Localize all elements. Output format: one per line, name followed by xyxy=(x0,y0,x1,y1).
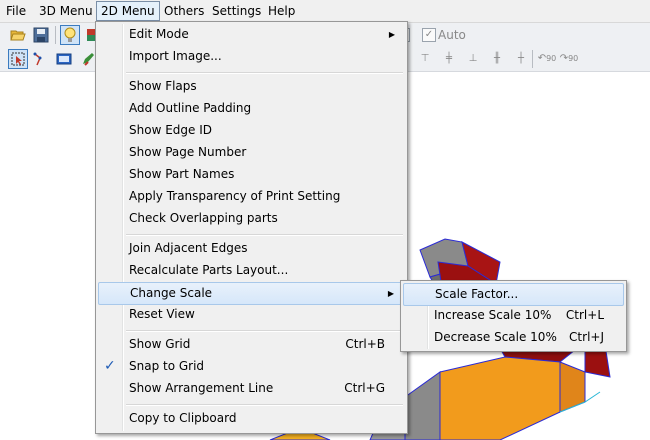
lightbulb-icon[interactable] xyxy=(60,25,80,45)
menu-item-scale-factor[interactable]: Scale Factor... xyxy=(403,283,624,306)
menu-item-label: Apply Transparency of Print Setting xyxy=(129,189,341,203)
submenu-arrow-icon: ▶ xyxy=(388,30,395,39)
toolbar-separator xyxy=(532,50,533,68)
menu-item-import-image[interactable]: Import Image... xyxy=(98,46,405,67)
menu-item-show-arrangement-line[interactable]: Show Arrangement Line Ctrl+G xyxy=(98,378,405,399)
rotate-left-icon[interactable]: ↶90 xyxy=(536,49,558,69)
menu-item-show-part-names[interactable]: Show Part Names xyxy=(98,164,405,185)
menu-item-label: Copy to Clipboard xyxy=(129,411,237,425)
menu-item-label: Recalculate Parts Layout... xyxy=(129,263,289,277)
menu-item-show-flaps[interactable]: Show Flaps xyxy=(98,76,405,97)
menu-item-label: Join Adjacent Edges xyxy=(129,241,248,255)
menu-others[interactable]: Others xyxy=(160,2,208,20)
menu-item-label: Increase Scale 10% xyxy=(434,308,552,322)
menu-item-decrease-scale[interactable]: Decrease Scale 10% Ctrl+J xyxy=(403,327,624,348)
menu-item-apply-transparency[interactable]: Apply Transparency of Print Setting xyxy=(98,186,405,207)
align-center-icon[interactable]: ┼ xyxy=(510,49,532,69)
rotate-left-label: 90 xyxy=(546,54,557,63)
menu-item-edit-mode[interactable]: Edit Mode ▶ xyxy=(98,24,405,45)
select-arrow-icon[interactable] xyxy=(8,49,28,69)
menu-3d[interactable]: 3D Menu xyxy=(35,2,97,20)
menu-item-label: Change Scale xyxy=(130,286,213,300)
menu-item-label: Import Image... xyxy=(129,49,222,63)
menu-item-check-overlapping[interactable]: Check Overlapping parts xyxy=(98,208,405,229)
rotate-right-label: 90 xyxy=(568,54,579,63)
menu-item-show-edge-id[interactable]: Show Edge ID xyxy=(98,120,405,141)
align-bottom-icon[interactable]: ⊥ xyxy=(462,49,484,69)
menu-2d[interactable]: 2D Menu xyxy=(96,1,160,21)
menu-item-copy-to-clipboard[interactable]: Copy to Clipboard xyxy=(98,408,405,429)
auto-label: Auto xyxy=(438,28,466,42)
edge-tool-icon[interactable] xyxy=(31,49,51,69)
menu-item-increase-scale[interactable]: Increase Scale 10% Ctrl+L xyxy=(403,305,624,326)
menu-item-label: Check Overlapping parts xyxy=(129,211,278,225)
auto-checkbox[interactable]: ✓ xyxy=(422,28,436,42)
menu-item-show-grid[interactable]: Show Grid Ctrl+B xyxy=(98,334,405,355)
menu-item-label: Add Outline Padding xyxy=(129,101,252,115)
menu-item-reset-view[interactable]: Reset View xyxy=(98,304,405,325)
menu-item-join-adjacent-edges[interactable]: Join Adjacent Edges xyxy=(98,238,405,259)
menu-item-snap-to-grid[interactable]: ✓ Snap to Grid xyxy=(98,356,405,377)
menu-item-label: Edit Mode xyxy=(129,27,189,41)
menu-help[interactable]: Help xyxy=(264,2,299,20)
film-icon[interactable] xyxy=(54,49,74,69)
menu-item-label: Reset View xyxy=(129,307,195,321)
menu-item-label: Show Flaps xyxy=(129,79,197,93)
toolbar-separator xyxy=(55,26,56,44)
menu-bar: File 3D Menu 2D Menu Others Settings Hel… xyxy=(0,0,650,23)
rotate-right-icon[interactable]: ↷90 xyxy=(558,49,580,69)
menu-item-show-page-number[interactable]: Show Page Number xyxy=(98,142,405,163)
change-scale-submenu: Scale Factor... Increase Scale 10% Ctrl+… xyxy=(400,280,627,352)
save-icon[interactable] xyxy=(31,25,51,45)
align-top-icon[interactable]: ⊤ xyxy=(414,49,436,69)
menu-file[interactable]: File xyxy=(2,2,30,20)
menu-item-shortcut: Ctrl+G xyxy=(344,381,385,395)
menu-item-change-scale[interactable]: Change Scale ▶ xyxy=(98,282,405,305)
checkmark-icon: ✓ xyxy=(104,358,116,374)
menu-separator xyxy=(126,404,403,406)
menu-separator xyxy=(126,330,403,332)
menu-item-label: Show Grid xyxy=(129,337,191,351)
submenu-arrow-icon: ▶ xyxy=(387,289,394,298)
menu-item-shortcut: Ctrl+B xyxy=(345,337,385,351)
menu-item-shortcut: Ctrl+J xyxy=(569,330,604,344)
menu-item-label: Snap to Grid xyxy=(129,359,205,373)
menu-separator xyxy=(126,72,403,74)
menu-item-label: Scale Factor... xyxy=(435,287,519,301)
menu-separator xyxy=(126,234,403,236)
menu-item-shortcut: Ctrl+L xyxy=(565,308,604,322)
menu-item-label: Decrease Scale 10% xyxy=(434,330,557,344)
menu-item-recalculate-layout[interactable]: Recalculate Parts Layout... xyxy=(98,260,405,281)
menu-item-add-outline-padding[interactable]: Add Outline Padding xyxy=(98,98,405,119)
menu-item-label: Show Part Names xyxy=(129,167,235,181)
menu-item-label: Show Edge ID xyxy=(129,123,212,137)
menu-2d-dropdown: Edit Mode ▶ Import Image... Show Flaps A… xyxy=(95,21,408,434)
menu-item-label: Show Page Number xyxy=(129,145,247,159)
distribute-icon[interactable]: ╫ xyxy=(486,49,508,69)
menu-settings[interactable]: Settings xyxy=(208,2,265,20)
align-middle-icon[interactable]: ╪ xyxy=(438,49,460,69)
folder-open-icon[interactable] xyxy=(8,25,28,45)
menu-item-label: Show Arrangement Line xyxy=(129,381,274,395)
